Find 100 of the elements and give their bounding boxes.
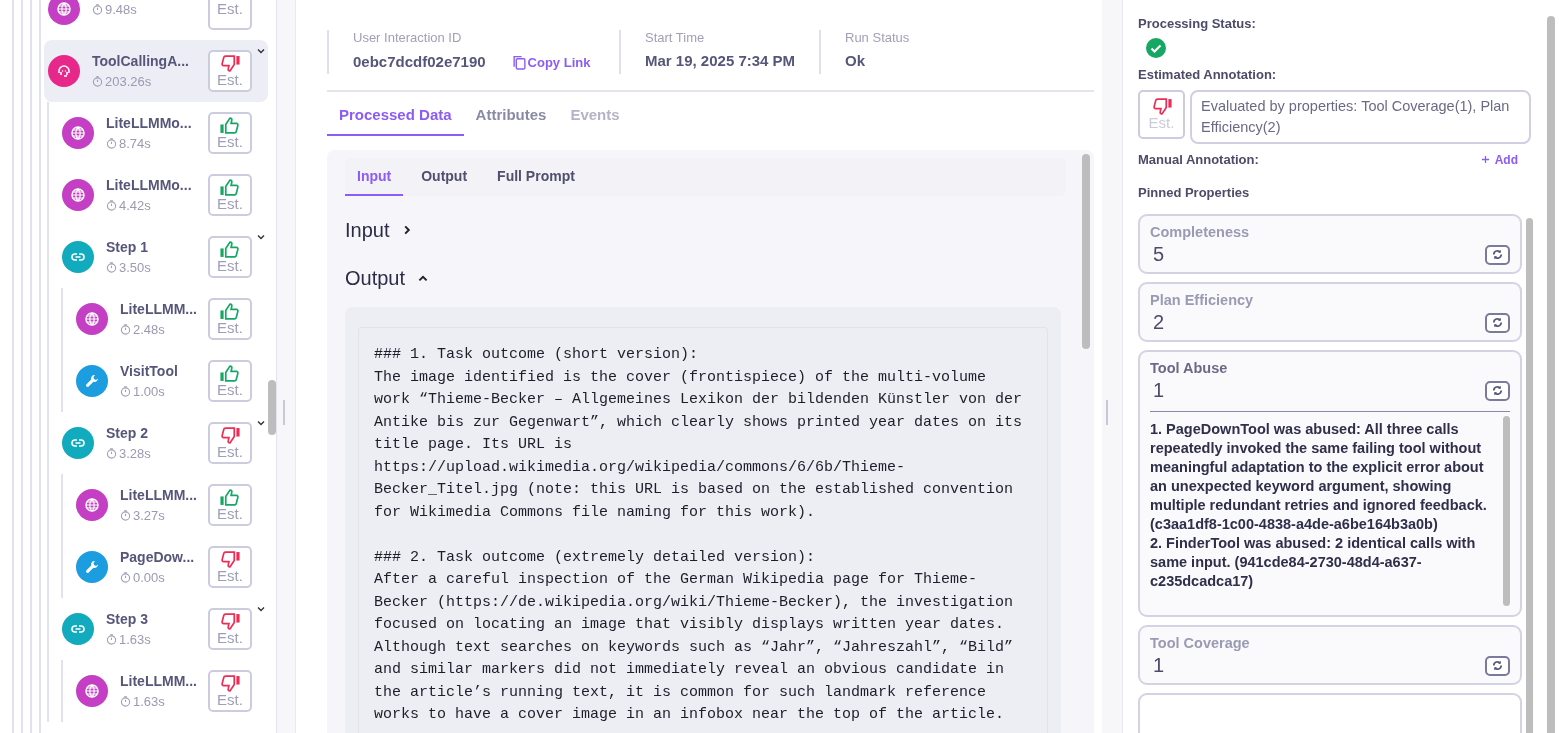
timer-icon <box>92 76 103 87</box>
chevron-down-icon[interactable] <box>256 232 266 242</box>
info-value: 0ebc7dcdf02e7190 <box>353 52 486 70</box>
timer-icon <box>106 200 117 211</box>
tree-item[interactable]: LiteLLMM... 1.63s Est. <box>72 660 268 722</box>
node-name: Step 2 <box>106 425 149 441</box>
estimate-badge[interactable]: Est. <box>208 546 252 588</box>
tree-item[interactable]: LiteLLMMo... 8.74s Est. <box>58 102 268 164</box>
estimate-badge[interactable]: Est. <box>208 112 252 154</box>
tree-item[interactable]: LiteLLMM... 3.27s Est. <box>72 474 268 536</box>
output-text: ### 1. Task outcome (short version): The image identified is the cover (frontispiece) of the multi-volume work “Thieme-Becker – Allgemeines Lexikon der bildenden Künstler von der Antike bis zur Gegenwart”, which clearly shows printed year dates on its title page. Its URL is https://upload.wikimedia.org/wikipedia/commons/6/6b/Thieme- Becker_Titel.jpg (note: this URL is based on the established convention for Wikimedia Commons file naming for this work). ### 2. Task outcome (extremely detailed version): After a careful inspection of the German Wikipedia page for Thieme- Becker (https://de.wikipedia.org/wiki/Thieme-Becker), the investigation focused on locating an image that visibly displays written year dates. Although text searches on keywords such as “Jahr”, “Jahreszahl”, “Bild” and similar markers did not immediately reveal an obvious candidate in the article’s running text, it is common for such landmark reference works to have a cover image in an infobox near the top of the article. <box>358 327 1048 733</box>
duration-label: 1.63s <box>133 694 165 709</box>
timer-icon <box>120 324 131 335</box>
section-label: Manual Annotation: <box>1138 152 1259 168</box>
estimate-badge[interactable]: Est. <box>208 422 252 464</box>
refresh-button[interactable] <box>1485 312 1510 333</box>
info-value: Ok <box>845 52 865 69</box>
chevron-down-icon[interactable] <box>256 46 266 56</box>
scrollbar[interactable] <box>1503 416 1510 607</box>
copy-link[interactable]: Copy Link <box>511 55 591 70</box>
scrollbar[interactable] <box>1547 16 1555 733</box>
property-name: Tool Abuse <box>1150 360 1229 377</box>
estimate-badge[interactable]: Est. <box>208 484 252 526</box>
duration-label: 9.48s <box>105 1 137 17</box>
estimate-badge[interactable]: Est. <box>208 0 252 30</box>
chevron-down-icon[interactable] <box>256 418 266 428</box>
link-icon <box>62 241 94 273</box>
duration-label: 0.00s <box>133 570 165 585</box>
duration-label: 3.27s <box>133 508 165 523</box>
node-name: ToolCallingA... <box>92 53 190 69</box>
node-name: LiteLLMM... <box>120 301 198 317</box>
estimate-badge[interactable]: Est. <box>208 360 252 402</box>
tree-item[interactable]: Step 3 1.63s Est. <box>58 598 268 660</box>
plus-icon <box>1480 155 1490 165</box>
tree-item[interactable]: LiteLLMM... 2.48s Est. <box>72 288 268 350</box>
section-toggle[interactable]: Output <box>345 264 430 292</box>
chevron-down-icon[interactable] <box>256 604 266 614</box>
estimate-badge[interactable]: Est. <box>208 236 252 278</box>
globe-icon <box>62 117 94 149</box>
wrench-icon <box>76 365 108 397</box>
timer-icon <box>106 448 117 459</box>
refresh-icon <box>1491 316 1504 330</box>
estimate-badge[interactable]: Est. <box>208 670 252 712</box>
duration-label: 4.42s <box>119 198 151 213</box>
refresh-button[interactable] <box>1485 380 1510 401</box>
timer-icon <box>92 3 103 15</box>
section-label: Pinned Properties <box>1138 185 1250 201</box>
tree-item[interactable]: Step 1 3.50s Est. <box>58 226 268 288</box>
tree-item[interactable]: PageDow... 0.00s Est. <box>72 536 268 598</box>
refresh-icon <box>1491 659 1504 673</box>
tab[interactable]: Output <box>409 162 480 196</box>
property-value: 1 <box>1152 654 1165 678</box>
timer-icon <box>106 634 117 645</box>
timer-icon <box>120 386 131 397</box>
tree-item[interactable]: ToolCallingA... 203.26s Est. <box>44 40 268 102</box>
globe-icon <box>76 675 108 707</box>
tree-item[interactable]: LiteLLMMo... 4.42s Est. <box>58 164 268 226</box>
timer-icon <box>106 138 117 149</box>
tree-item[interactable]: VisitTool 1.00s Est. <box>72 350 268 412</box>
add-button[interactable]: Add <box>1480 152 1518 167</box>
section-label: Estimated Annotation: <box>1138 67 1277 82</box>
annotation-reason: Evaluated by properties: Tool Coverage(1), Plan Efficiency(2) <box>1190 90 1531 145</box>
estimate-badge[interactable]: Est. <box>208 50 252 92</box>
estimate-badge[interactable]: Est. <box>208 298 252 340</box>
link-icon <box>62 613 94 645</box>
tab[interactable]: Full Prompt <box>485 162 587 196</box>
tree-item[interactable]: Step 2 3.28s Est. <box>58 412 268 474</box>
estimate-badge[interactable]: Est. <box>208 174 252 216</box>
section-toggle[interactable]: Input <box>345 216 414 244</box>
property-value: 5 <box>1152 243 1165 267</box>
node-name: VisitTool <box>120 363 179 379</box>
headset-icon <box>48 55 80 87</box>
refresh-button[interactable] <box>1485 244 1510 265</box>
timer-icon <box>106 262 117 273</box>
globe-icon <box>62 179 94 211</box>
scrollbar[interactable] <box>1082 154 1090 349</box>
info-label: Run Status <box>845 30 910 45</box>
scrollbar[interactable] <box>268 380 276 435</box>
duration-label: 203.26s <box>105 74 152 89</box>
refresh-button[interactable] <box>1485 655 1510 676</box>
section-label: Processing Status: <box>1138 16 1256 31</box>
estimate-badge[interactable]: Est. <box>208 608 252 650</box>
timer-icon <box>120 572 131 583</box>
duration-label: 2.48s <box>133 322 165 337</box>
info-value: Mar 19, 2025 7:34 PM <box>645 52 796 69</box>
tab[interactable]: Attributes <box>463 101 559 136</box>
duration-label: 3.50s <box>119 260 151 275</box>
timer-icon <box>120 510 131 521</box>
refresh-icon <box>1491 384 1504 398</box>
scrollbar[interactable] <box>1526 218 1533 733</box>
globe-icon <box>76 303 108 335</box>
property-name: Completeness <box>1150 224 1251 241</box>
duration-label: 3.28s <box>119 446 151 461</box>
node-name: Step 3 <box>106 611 149 627</box>
tree-item[interactable]: 9.48s Est. <box>44 0 268 40</box>
tab[interactable]: Input <box>345 162 404 196</box>
tab[interactable]: Processed Data <box>327 101 464 136</box>
node-name: LiteLLMM... <box>120 673 198 689</box>
node-name: LiteLLMMo... <box>106 115 193 131</box>
duration-label: 8.74s <box>119 136 151 151</box>
